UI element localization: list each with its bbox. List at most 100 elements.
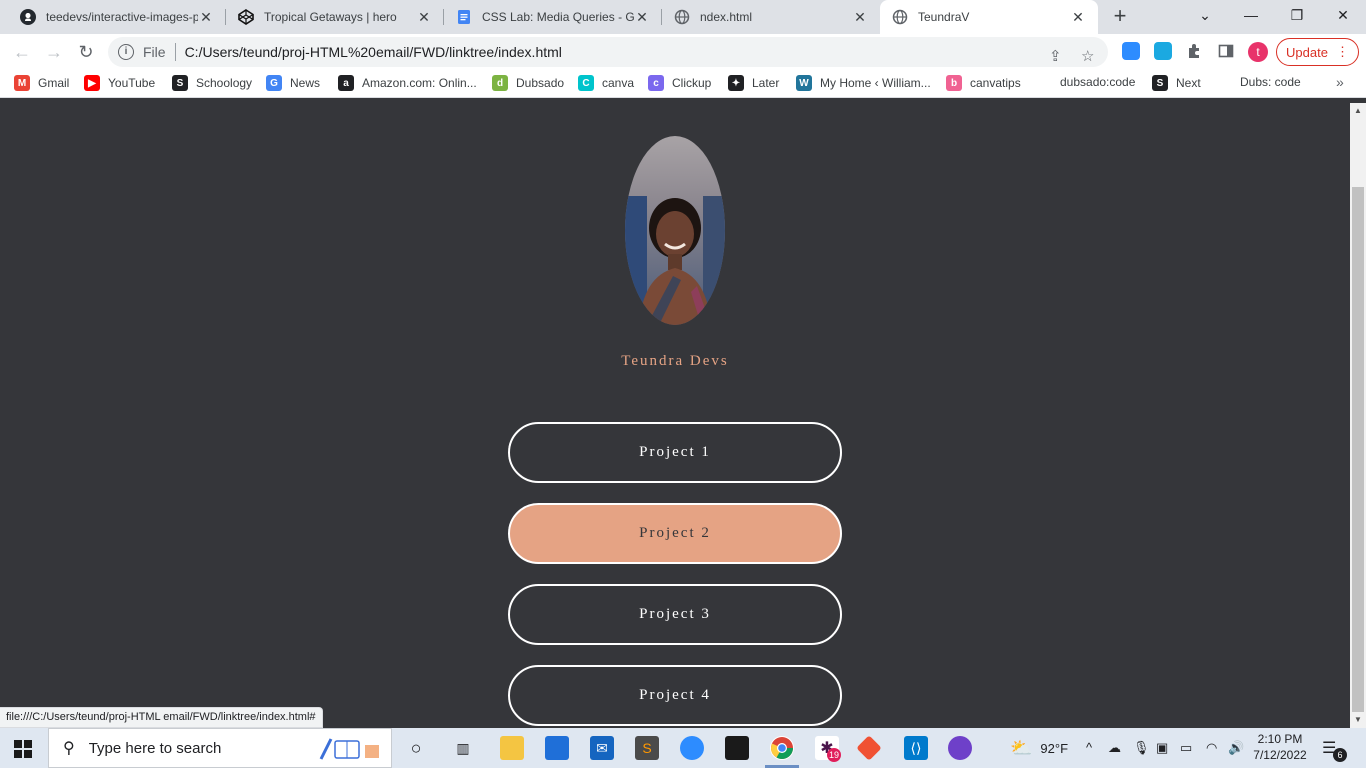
info-icon[interactable]: i bbox=[118, 44, 134, 60]
windows-start-icon[interactable] bbox=[14, 740, 32, 758]
divider bbox=[174, 43, 176, 61]
address-scheme: File bbox=[143, 44, 166, 60]
cortana-icon[interactable]: ○ bbox=[404, 736, 428, 760]
search-icon: ⚲ bbox=[63, 740, 75, 757]
github-desktop-icon[interactable] bbox=[948, 736, 972, 760]
back-arrow-icon[interactable]: ← bbox=[8, 38, 36, 66]
tab-teundrav[interactable]: TeundraV ✕ bbox=[880, 0, 1098, 34]
close-icon[interactable]: ✕ bbox=[198, 9, 214, 25]
git-icon[interactable] bbox=[856, 735, 882, 761]
bookmark-item[interactable]: a Amazon.com: Onlin... bbox=[338, 75, 477, 91]
scroll-up-icon[interactable]: ▲ bbox=[1350, 103, 1366, 119]
tab-title: Tropical Getaways | hero bbox=[264, 10, 397, 24]
tab-google-docs[interactable]: CSS Lab: Media Queries - Go ✕ bbox=[444, 0, 662, 34]
tab-strip: teedevs/interactive-images-p ✕ Tropical … bbox=[0, 0, 1366, 34]
sticky-notes-icon[interactable] bbox=[725, 736, 749, 760]
tab-search-chevron-icon[interactable]: ⌄ bbox=[1182, 0, 1228, 30]
project-2-link[interactable]: Project 2 bbox=[508, 503, 842, 564]
minimize-icon[interactable]: — bbox=[1228, 0, 1274, 30]
forward-arrow-icon[interactable]: → bbox=[40, 38, 68, 66]
address-bar[interactable]: i File C:/Users/teund/proj-HTML%20email/… bbox=[108, 37, 1108, 67]
scroll-down-icon[interactable]: ▼ bbox=[1350, 712, 1366, 728]
bookmark-item[interactable]: dubsado:code bbox=[1060, 75, 1135, 89]
wifi-icon[interactable]: ◠ bbox=[1206, 740, 1217, 756]
task-view-icon[interactable]: ▥ bbox=[451, 736, 475, 760]
bookmark-item[interactable]: d Dubsado bbox=[492, 75, 564, 91]
dubsado-icon: d bbox=[492, 75, 508, 91]
close-icon[interactable]: ✕ bbox=[852, 9, 868, 25]
profile-name: Teundra Devs bbox=[621, 353, 729, 369]
side-panel-icon[interactable] bbox=[1218, 43, 1234, 59]
microsoft-store-icon[interactable] bbox=[545, 736, 569, 760]
bookmark-item[interactable]: ✦ Later bbox=[728, 75, 779, 91]
reload-icon[interactable]: ↻ bbox=[72, 38, 100, 66]
mail-icon[interactable]: ✉ bbox=[590, 736, 614, 760]
tab-github[interactable]: teedevs/interactive-images-p ✕ bbox=[8, 0, 226, 34]
close-icon[interactable]: ✕ bbox=[416, 9, 432, 25]
address-url[interactable]: C:/Users/teund/proj-HTML%20email/FWD/lin… bbox=[185, 44, 562, 60]
profile-avatar[interactable]: t bbox=[1248, 42, 1268, 62]
bookmark-item[interactable]: W My Home ‹ William... bbox=[796, 75, 931, 91]
volume-icon[interactable]: 🔊 bbox=[1228, 740, 1244, 756]
zoom-app-icon[interactable] bbox=[680, 736, 704, 760]
bookmark-item[interactable]: Dubs: code bbox=[1240, 75, 1301, 89]
bookmark-item[interactable]: M Gmail bbox=[14, 75, 69, 91]
amazon-icon: a bbox=[338, 75, 354, 91]
tab-codepen[interactable]: Tropical Getaways | hero ✕ bbox=[226, 0, 444, 34]
onedrive-icon[interactable]: ☁ bbox=[1108, 740, 1121, 756]
update-button[interactable]: Update ⋮ bbox=[1276, 38, 1359, 66]
windows-taskbar: ⚲ Type here to search ○ ▥ ✉ S ✱ 19 ⟨⟩ ⛅ … bbox=[0, 728, 1366, 768]
bookmark-item[interactable]: G News bbox=[266, 75, 320, 91]
search-highlight-icon bbox=[317, 735, 383, 763]
canva-icon: C bbox=[578, 75, 594, 91]
globe-icon bbox=[892, 9, 908, 25]
bookmark-item[interactable]: S Next bbox=[1152, 75, 1201, 91]
taskbar-clock[interactable]: 2:10 PM 7/12/2022 bbox=[1250, 731, 1310, 763]
weather-widget[interactable]: ⛅ 92°F bbox=[1010, 738, 1068, 759]
share-icon[interactable]: ⇪ bbox=[1049, 47, 1062, 65]
bookmark-item[interactable]: c Clickup bbox=[648, 75, 711, 91]
screen-share-icon[interactable]: ▣ bbox=[1156, 740, 1168, 756]
window-close-icon[interactable]: ✕ bbox=[1320, 0, 1366, 30]
bookmark-label: canva bbox=[602, 76, 635, 90]
wordpress-icon: W bbox=[796, 75, 812, 91]
puzzle-extensions-icon[interactable] bbox=[1186, 43, 1202, 59]
vertical-scrollbar[interactable]: ▲ ▼ bbox=[1350, 103, 1366, 728]
project-1-link[interactable]: Project 1 bbox=[508, 422, 842, 483]
bookmark-label: News bbox=[290, 76, 321, 90]
bookmarks-overflow-icon[interactable]: » bbox=[1336, 74, 1344, 90]
sublime-text-icon[interactable]: S bbox=[635, 736, 659, 760]
tab-title: ndex.html bbox=[700, 10, 753, 24]
bookmark-item[interactable]: b canvatips bbox=[946, 75, 1021, 91]
bookmark-item[interactable]: S Schoology bbox=[172, 75, 252, 91]
battery-icon[interactable]: ▭ bbox=[1180, 740, 1192, 756]
chevron-up-icon[interactable]: ^ bbox=[1086, 740, 1092, 755]
microphone-icon[interactable]: 🎙 bbox=[1133, 740, 1150, 756]
restore-icon[interactable]: ❐ bbox=[1274, 0, 1320, 30]
bookmark-label: Dubsado bbox=[516, 76, 565, 90]
partly-sunny-icon: ⛅ bbox=[1010, 738, 1033, 758]
bookmark-label: YouTube bbox=[108, 76, 156, 90]
scrollbar-thumb[interactable] bbox=[1352, 187, 1364, 712]
browser-toolbar: ← → ↻ i File C:/Users/teund/proj-HTML%20… bbox=[0, 34, 1366, 70]
google-news-icon: G bbox=[266, 75, 282, 91]
taskbar-search-box[interactable]: ⚲ Type here to search bbox=[48, 728, 392, 768]
file-explorer-icon[interactable] bbox=[500, 736, 524, 760]
cloud-extension-icon[interactable] bbox=[1154, 42, 1172, 60]
search-placeholder: Type here to search bbox=[88, 739, 222, 757]
youtube-icon: ▶ bbox=[84, 75, 100, 91]
project-4-link[interactable]: Project 4 bbox=[508, 665, 842, 726]
bookmark-label: Later bbox=[752, 76, 780, 90]
chrome-icon[interactable] bbox=[770, 736, 794, 760]
new-tab-icon[interactable]: + bbox=[1108, 5, 1132, 29]
zoom-extension-icon[interactable] bbox=[1122, 42, 1140, 60]
bookmark-item[interactable]: Ccanva bbox=[578, 75, 634, 91]
tab-ndex[interactable]: ndex.html ✕ bbox=[662, 0, 880, 34]
close-icon[interactable]: ✕ bbox=[1070, 9, 1086, 25]
close-icon[interactable]: ✕ bbox=[634, 9, 650, 25]
vscode-icon[interactable]: ⟨⟩ bbox=[904, 736, 928, 760]
project-3-link[interactable]: Project 3 bbox=[508, 584, 842, 645]
bookmark-item[interactable]: ▶ YouTube bbox=[84, 75, 155, 91]
bookmark-star-icon[interactable]: ☆ bbox=[1081, 47, 1094, 65]
bookmark-label: dubsado:code bbox=[1060, 75, 1136, 89]
